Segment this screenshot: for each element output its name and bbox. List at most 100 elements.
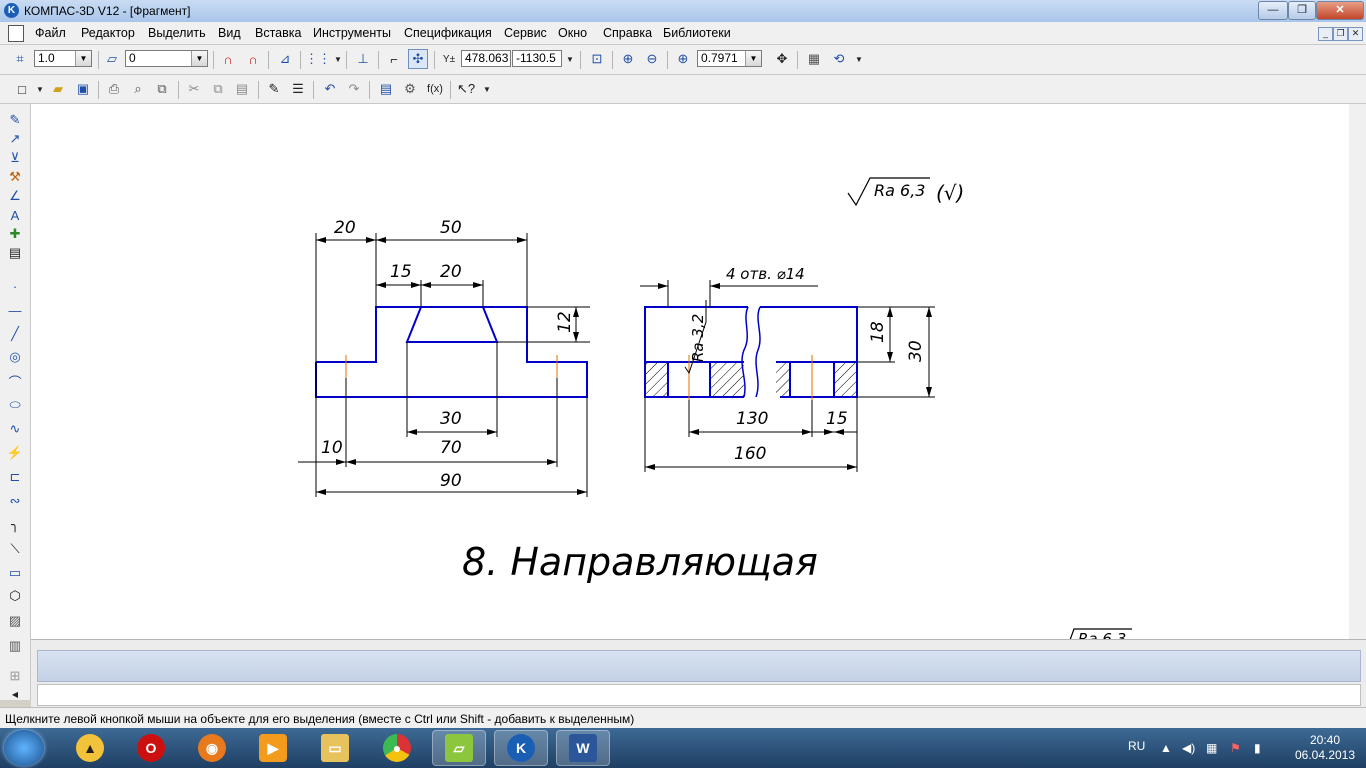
document-icon[interactable] [8, 25, 24, 42]
taskbar-app-word[interactable]: W [556, 730, 610, 766]
chevron-down-icon[interactable]: ▼ [477, 79, 497, 99]
format-painter-icon[interactable]: ✎ [264, 79, 284, 99]
parametrization-tab-icon[interactable]: ∠ [5, 186, 25, 206]
start-button[interactable] [4, 730, 44, 766]
taskbar-app-kompas[interactable]: K [494, 730, 548, 766]
taskbar-app-file-explorer[interactable]: ▭ [308, 730, 362, 766]
bezier-icon[interactable]: ∿ [5, 419, 25, 439]
arc-icon[interactable]: ⌒ [5, 371, 25, 391]
coord-x-field[interactable]: 478.063 [461, 50, 511, 67]
side-view[interactable] [644, 306, 858, 398]
coord-y-field[interactable]: -1130.5 [512, 50, 562, 67]
menu-insert[interactable]: Вставка [255, 26, 301, 40]
dimensions-tab-icon[interactable]: ↗ [5, 129, 25, 149]
menu-tools[interactable]: Инструменты [313, 26, 391, 40]
taskbar-app-notes[interactable]: ▱ [432, 730, 486, 766]
collection-icon[interactable]: ⊞ [5, 666, 25, 686]
menu-file[interactable]: Файл [35, 26, 66, 40]
auxiliary-line-icon[interactable]: — [5, 300, 25, 320]
chevron-down-icon[interactable]: ▼ [849, 49, 869, 69]
menu-select[interactable]: Выделить [148, 26, 206, 40]
list-icon[interactable]: ☰ [288, 79, 308, 99]
save-icon[interactable]: ▣ [73, 79, 93, 99]
chevron-down-icon[interactable]: ▼ [328, 49, 348, 69]
network-icon[interactable]: ▦ [1206, 741, 1217, 755]
cut-icon[interactable]: ✂ [184, 79, 204, 99]
zoom-scale-icon[interactable]: ⊕ [673, 49, 693, 69]
taskbar-app-chrome[interactable]: ● [370, 730, 424, 766]
point-icon[interactable]: · [5, 276, 25, 296]
menu-editor[interactable]: Редактор [81, 26, 135, 40]
paste-icon[interactable]: ▤ [232, 79, 252, 99]
zoom-out-icon[interactable]: ⊖ [642, 49, 662, 69]
chevron-down-icon[interactable]: ▼ [75, 51, 91, 66]
menu-view[interactable]: Вид [218, 26, 241, 40]
chamfer-icon[interactable]: ⟍ [5, 539, 25, 559]
show-hidden-icons-icon[interactable]: ▲ [1160, 741, 1172, 755]
open-folder-icon[interactable]: ▰ [48, 79, 68, 99]
grid-icon[interactable]: ⋮⋮ [305, 49, 331, 69]
menu-specification[interactable]: Спецификация [404, 26, 492, 40]
menu-window[interactable]: Окно [558, 26, 587, 40]
print-preview-icon[interactable]: ⌕ [128, 79, 148, 99]
polyline-icon[interactable]: ⊏ [5, 467, 25, 487]
ortho-mode-icon[interactable]: ⌐ [384, 49, 404, 69]
manager-icon[interactable]: ▤ [376, 79, 396, 99]
menu-service[interactable]: Сервис [504, 26, 547, 40]
zoom-window-icon[interactable]: ⊡ [587, 49, 607, 69]
local-snap-icon[interactable]: ∩ [243, 49, 263, 69]
ellipse-icon[interactable]: ⬭ [5, 395, 25, 415]
front-view[interactable] [315, 306, 588, 398]
layer-combo[interactable]: 0 ▼ [125, 50, 208, 67]
fillet-icon[interactable]: ╮ [5, 515, 25, 535]
round-mode-icon[interactable]: ✣ [408, 49, 428, 69]
nurbs-icon[interactable]: ⚡ [5, 443, 25, 463]
snap-step-icon[interactable]: ⌗ [10, 49, 30, 69]
layers-icon[interactable]: ▱ [102, 49, 122, 69]
vertical-scrollbar[interactable] [1349, 104, 1366, 639]
polygon-icon[interactable]: ⬡ [5, 586, 25, 606]
local-cs-icon[interactable]: ⊥ [353, 49, 373, 69]
copy-icon[interactable]: ⧉ [208, 79, 228, 99]
mdi-minimize-button[interactable]: _ [1318, 27, 1333, 41]
geometry-tab-icon[interactable]: ✎ [5, 110, 25, 130]
volume-icon[interactable]: ◀) [1182, 741, 1195, 755]
menu-libraries[interactable]: Библиотеки [663, 26, 731, 40]
redo-icon[interactable]: ↷ [344, 79, 364, 99]
library-icon[interactable]: ⚙ [400, 79, 420, 99]
print-icon[interactable]: ⎙ [104, 79, 124, 99]
spec-tab-icon[interactable]: ▤ [5, 243, 25, 263]
designations-tab-icon[interactable]: ⊻ [5, 148, 25, 168]
maximize-button[interactable]: ❐ [1288, 1, 1316, 20]
step-combo[interactable]: 1.0 ▼ [34, 50, 92, 67]
spline-icon[interactable]: ∾ [5, 491, 25, 511]
properties-icon[interactable]: ▦ [804, 49, 824, 69]
taskbar-app-opera[interactable]: O [124, 730, 178, 766]
new-document-icon[interactable]: □ [12, 79, 32, 99]
chevron-down-icon[interactable]: ▼ [191, 51, 207, 66]
chevron-left-icon[interactable]: ◀ [5, 684, 25, 704]
power-icon[interactable]: ▮ [1254, 741, 1261, 755]
property-panel-line[interactable] [37, 684, 1361, 706]
minimize-button[interactable]: — [1258, 1, 1288, 20]
circle-icon[interactable]: ◎ [5, 347, 25, 367]
magnet-snap-icon[interactable]: ∩ [218, 49, 238, 69]
hatch-icon[interactable]: ▨ [5, 611, 25, 631]
clock[interactable]: 20:40 06.04.2013 [1290, 733, 1360, 763]
mdi-close-button[interactable]: ✕ [1348, 27, 1363, 41]
fill-icon[interactable]: ▥ [5, 636, 25, 656]
refresh-icon[interactable]: ⟲ [829, 49, 849, 69]
roughness-symbol[interactable]: Ra 6,3 (√) [847, 177, 964, 207]
taskbar-app-archicad[interactable]: ▲ [63, 730, 117, 766]
undo-icon[interactable]: ↶ [320, 79, 340, 99]
action-center-icon[interactable]: ⚑ [1230, 741, 1241, 755]
mdi-restore-button[interactable]: ❐ [1333, 27, 1348, 41]
segment-icon[interactable]: ╱ [5, 324, 25, 344]
chevron-down-icon[interactable]: ▼ [30, 79, 50, 99]
taskbar-app-firefox[interactable]: ◉ [185, 730, 239, 766]
chevron-down-icon[interactable]: ▼ [560, 49, 580, 69]
zoom-combo[interactable]: 0.7971 ▼ [697, 50, 762, 67]
measure-tab-icon[interactable]: A [5, 205, 25, 225]
select-tab-icon[interactable]: ✚ [5, 224, 25, 244]
menu-help[interactable]: Справка [603, 26, 652, 40]
